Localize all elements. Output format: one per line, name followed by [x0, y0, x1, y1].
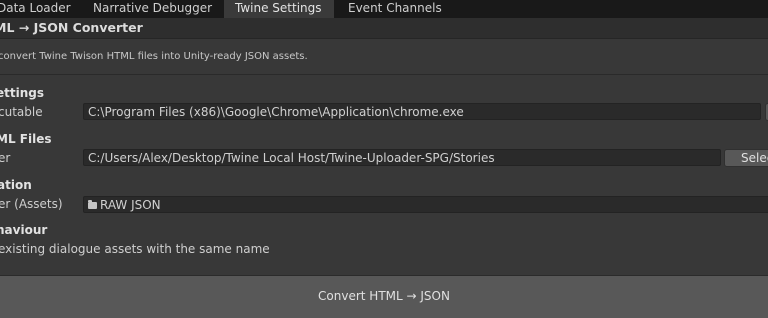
section-heading-location: ation: [0, 178, 32, 192]
tab-label: Event Channels: [348, 1, 442, 15]
tab-label: Narrative Debugger: [93, 1, 213, 15]
tab-event-channels[interactable]: Event Channels: [336, 0, 446, 18]
output-folder-value: RAW JSON: [100, 198, 161, 212]
tab-data-loader[interactable]: Data Loader: [0, 0, 75, 18]
output-folder-field[interactable]: RAW JSON: [83, 196, 768, 213]
html-folder-field[interactable]: C:/Users/Alex/Desktop/Twine Local Host/T…: [83, 149, 721, 166]
section-heading-html-files: ML Files: [0, 132, 52, 146]
section-heading-settings: ettings: [0, 86, 44, 100]
convert-button-label: Convert HTML → JSON: [318, 289, 450, 303]
output-folder-label: er (Assets): [0, 197, 63, 211]
tab-bar: Data Loader Narrative Debugger Twine Set…: [0, 0, 768, 18]
executable-label: cutable: [0, 105, 43, 119]
panel-header: ML → JSON Converter: [0, 18, 768, 39]
select-folder-button[interactable]: Selec: [724, 149, 768, 167]
divider: [0, 74, 768, 75]
description-text: convert Twine Twison HTML files into Uni…: [0, 51, 308, 62]
tab-label: Data Loader: [0, 1, 71, 15]
folder-icon: [88, 200, 97, 209]
folder-label: er: [0, 151, 11, 165]
section-heading-behaviour: haviour: [0, 223, 48, 237]
browser-executable-field[interactable]: C:\Program Files (x86)\Google\Chrome\App…: [83, 103, 761, 120]
tab-narrative-debugger[interactable]: Narrative Debugger: [81, 0, 219, 18]
tab-label: Twine Settings: [235, 1, 322, 15]
overwrite-option-label[interactable]: existing dialogue assets with the same n…: [0, 242, 270, 256]
convert-button[interactable]: Convert HTML → JSON: [0, 275, 768, 318]
page-title: ML → JSON Converter: [0, 20, 143, 35]
tab-twine-settings[interactable]: Twine Settings: [224, 0, 334, 18]
